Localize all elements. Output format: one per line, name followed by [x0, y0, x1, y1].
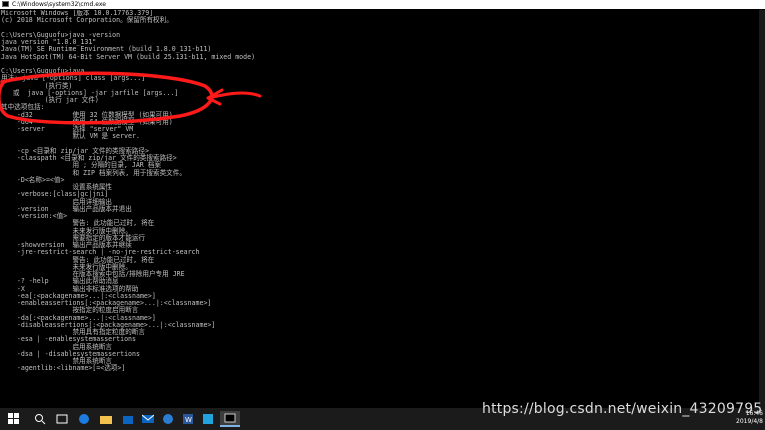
svg-text:W: W	[185, 416, 192, 424]
edge-icon[interactable]	[158, 411, 178, 427]
search-icon[interactable]	[30, 411, 50, 427]
watermark: https://blog.csdn.net/weixin_43209795	[482, 401, 763, 417]
file-explorer-icon[interactable]	[96, 411, 116, 427]
vscode-icon[interactable]	[198, 411, 218, 427]
clock-date: 2019/4/8	[736, 418, 763, 425]
start-icon[interactable]	[4, 411, 24, 427]
mail-icon[interactable]	[138, 411, 158, 427]
word-icon[interactable]: W	[178, 411, 198, 427]
browser-icon[interactable]	[74, 411, 94, 427]
annotation-ellipse	[0, 71, 214, 125]
red-annotation	[0, 71, 262, 125]
store-icon[interactable]	[118, 411, 138, 427]
cmd-icon[interactable]	[220, 411, 240, 427]
task-view-icon[interactable]	[52, 411, 72, 427]
annotation-arrow	[206, 88, 262, 106]
